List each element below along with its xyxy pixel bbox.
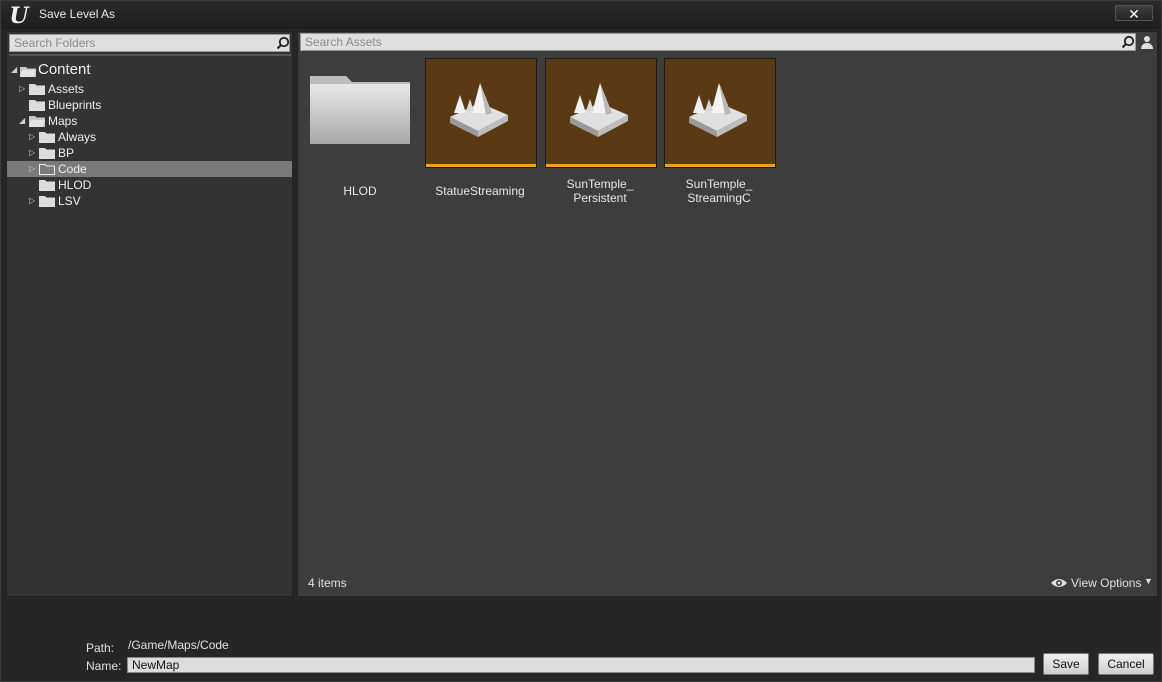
asset-label-line2: Persistent: [573, 191, 627, 205]
search-assets-field[interactable]: [300, 33, 1136, 51]
open-folder-icon: [20, 67, 36, 77]
tree-item-bp[interactable]: ▷ BP: [7, 145, 292, 161]
tree-item-assets[interactable]: ▷ Assets: [7, 81, 292, 97]
search-folders-input[interactable]: [10, 35, 289, 51]
asset-label: HLOD: [343, 184, 377, 198]
asset-view-panel: HLOD StatueStreaming SunTemple_ Persiste…: [297, 31, 1158, 597]
level-thumbnail: [425, 58, 537, 168]
unreal-logo-icon: U: [9, 3, 29, 29]
folder-icon: [39, 132, 55, 143]
asset-tile-suntemple-streamingc[interactable]: [664, 58, 776, 168]
folder-icon: [39, 148, 55, 159]
collapsed-arrow-icon[interactable]: ▷: [19, 84, 27, 93]
level-type-strip: [546, 164, 656, 167]
collapsed-arrow-icon[interactable]: ▷: [29, 164, 37, 173]
level-type-strip: [426, 164, 536, 167]
folder-tree-panel: ◢ Content ▷ Assets Blueprints ◢: [6, 31, 293, 597]
tree-label: Always: [58, 130, 97, 144]
level-thumbnail: [545, 58, 657, 168]
open-folder-icon: [29, 116, 45, 127]
expanded-arrow-icon[interactable]: ◢: [11, 65, 19, 74]
save-footer: Path: /Game/Maps/Code Name: NewMap Save …: [1, 599, 1161, 681]
tree-item-always[interactable]: ▷ Always: [7, 129, 292, 145]
save-button[interactable]: Save: [1043, 653, 1089, 675]
tree-label: Maps: [48, 114, 78, 128]
collapsed-arrow-icon[interactable]: ▷: [29, 132, 37, 141]
asset-tile-suntemple-persistent[interactable]: [545, 58, 657, 168]
folder-icon: [39, 164, 55, 175]
level-thumbnail: [664, 58, 776, 168]
asset-label: SunTemple_: [685, 177, 753, 191]
chevron-down-icon: ▼: [1144, 576, 1153, 586]
tree-item-hlod[interactable]: HLOD: [7, 177, 292, 193]
tree-item-blueprints[interactable]: Blueprints: [7, 97, 292, 113]
tree-item-content[interactable]: ◢ Content: [7, 61, 292, 78]
expanded-arrow-icon[interactable]: ◢: [19, 116, 27, 125]
tree-label: BP: [58, 146, 75, 160]
tree-label: Code: [58, 162, 87, 176]
tree-item-code[interactable]: ▷ Code: [7, 161, 292, 177]
search-icon[interactable]: [1121, 35, 1135, 49]
level-map-icon: [570, 83, 628, 137]
tree-item-maps[interactable]: ◢ Maps: [7, 113, 292, 129]
tree-label: HLOD: [58, 178, 92, 192]
eye-icon: [1051, 579, 1067, 587]
title-bar[interactable]: U Save Level As ✕: [1, 1, 1161, 29]
items-count: 4 items: [308, 576, 347, 590]
view-options-label: View Options: [1071, 576, 1142, 590]
asset-tile-statuestreaming[interactable]: [425, 58, 537, 168]
asset-label: StatueStreaming: [435, 184, 525, 198]
tree-label: LSV: [58, 194, 81, 208]
collapsed-arrow-icon[interactable]: ▷: [29, 148, 37, 157]
folder-icon: [39, 196, 55, 207]
search-assets-input[interactable]: [301, 34, 1135, 50]
asset-tile-hlod-folder[interactable]: [308, 58, 420, 168]
path-label: Path:: [86, 641, 115, 655]
search-folders-field[interactable]: [9, 34, 290, 52]
tree-item-lsv[interactable]: ▷ LSV: [7, 193, 292, 209]
path-value: /Game/Maps/Code: [128, 638, 229, 652]
level-map-icon: [450, 83, 508, 137]
close-button[interactable]: ✕: [1115, 5, 1153, 22]
view-options-button[interactable]: View Options ▼: [1050, 576, 1154, 592]
window-title: Save Level As: [39, 7, 116, 21]
level-map-icon: [689, 83, 747, 137]
search-icon[interactable]: [276, 36, 290, 50]
cancel-button[interactable]: Cancel: [1098, 653, 1154, 675]
name-label: Name:: [86, 659, 122, 673]
tree-label: Content: [38, 61, 91, 78]
divider: [9, 54, 291, 56]
tree-label: Blueprints: [48, 98, 102, 112]
level-type-strip: [665, 164, 775, 167]
tree-label: Assets: [48, 82, 85, 96]
folder-icon: [29, 100, 45, 111]
user-filter-icon[interactable]: [1140, 35, 1154, 49]
large-folder-icon: [310, 76, 410, 144]
name-input[interactable]: NewMap: [127, 657, 1035, 673]
asset-label: SunTemple_: [566, 177, 634, 191]
asset-label-line2: StreamingC: [687, 191, 751, 205]
folder-icon: [29, 84, 45, 95]
save-level-dialog: U Save Level As ✕ ◢ Content ▷ A: [0, 0, 1162, 682]
folder-icon: [39, 180, 55, 191]
collapsed-arrow-icon[interactable]: ▷: [29, 196, 37, 205]
